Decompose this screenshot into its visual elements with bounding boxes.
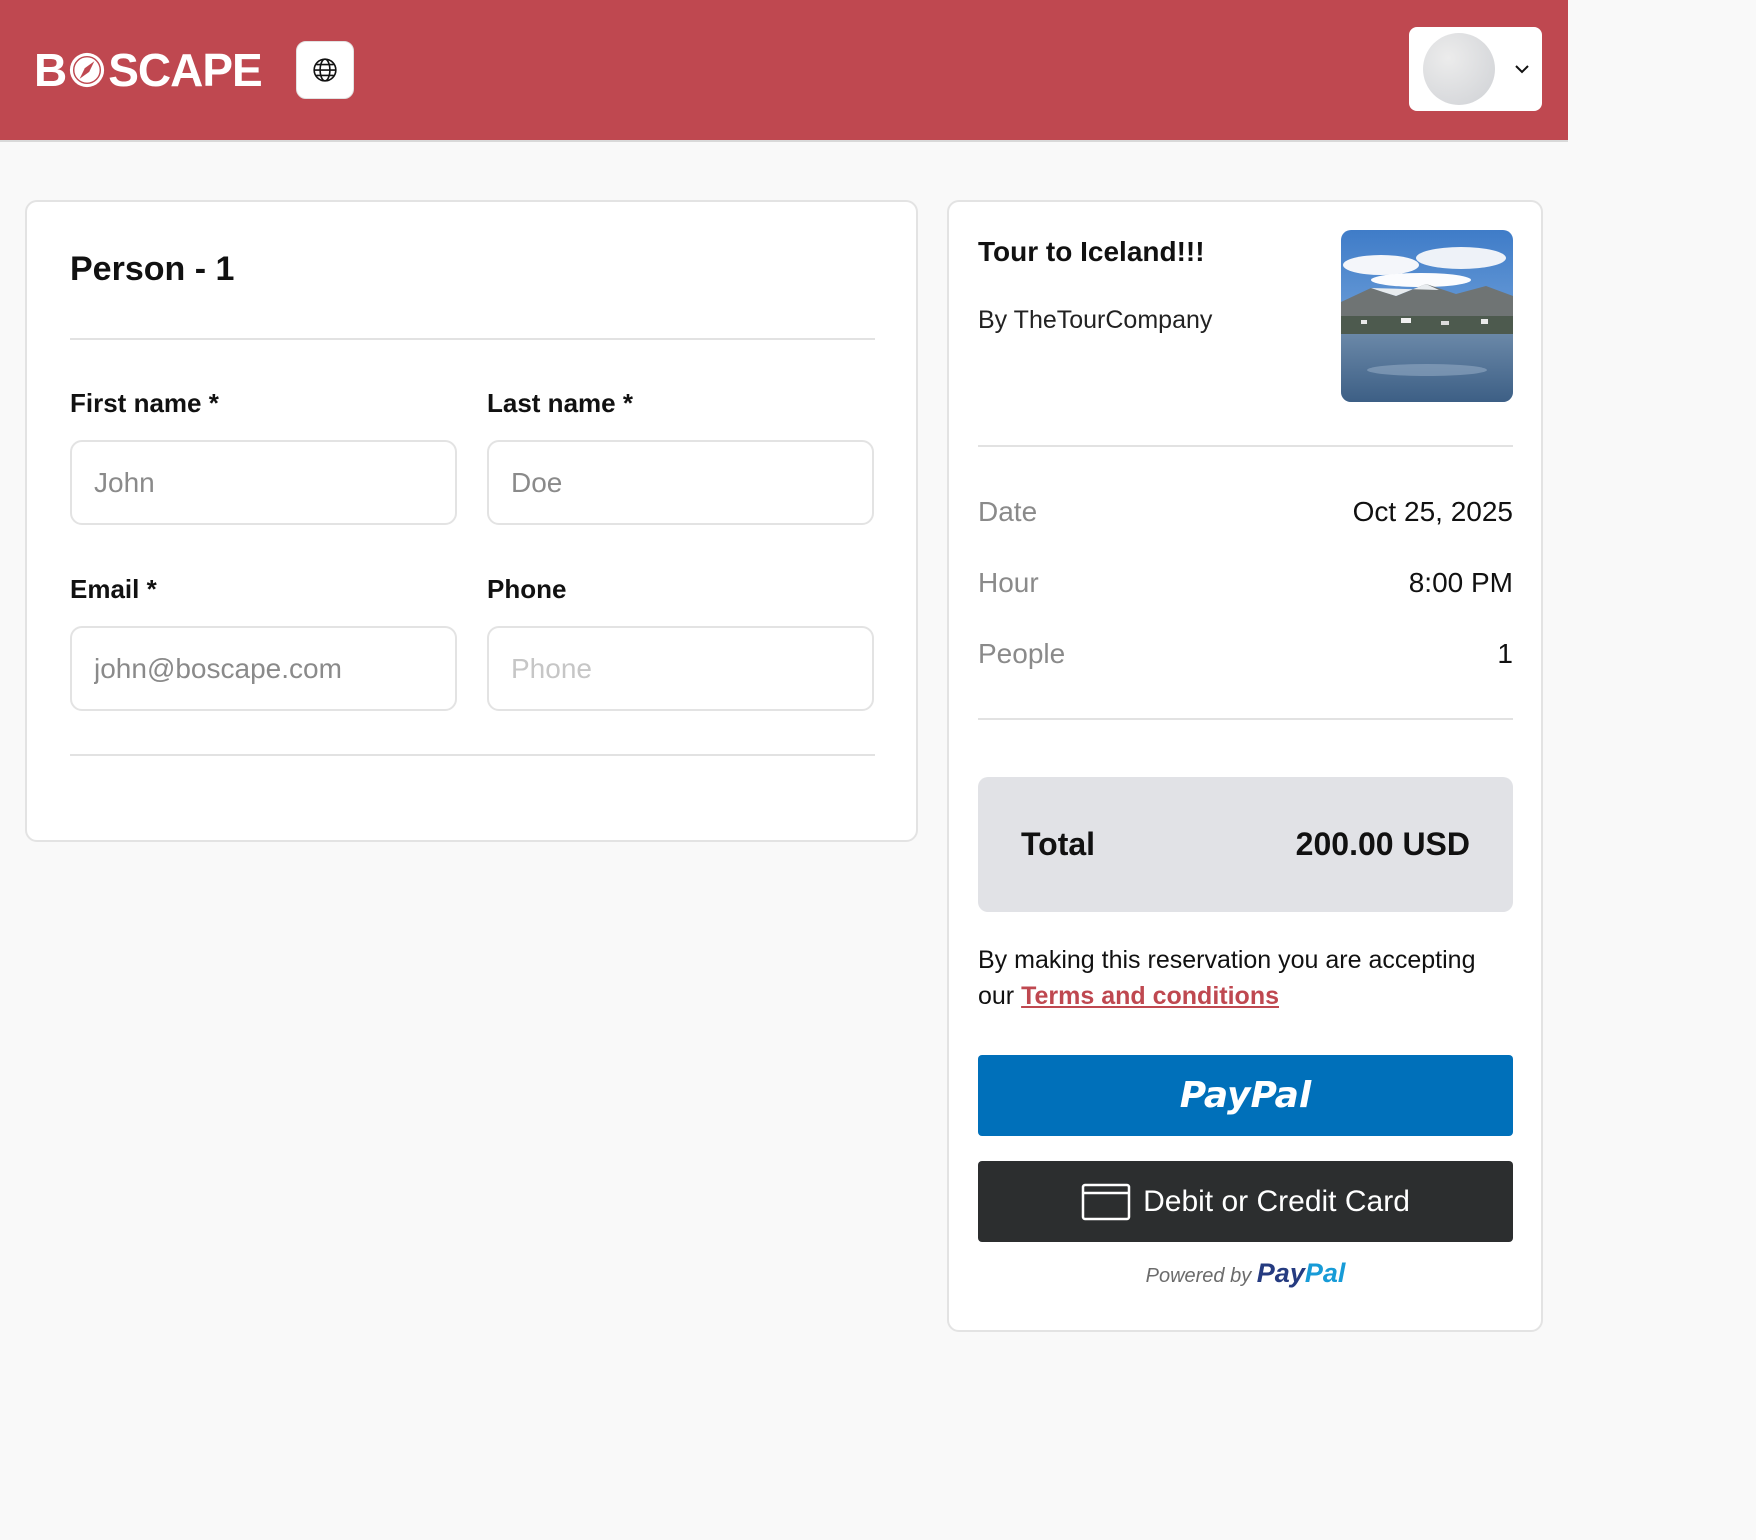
divider — [978, 445, 1513, 447]
card-button-label: Debit or Credit Card — [1143, 1184, 1410, 1218]
credit-card-icon — [1081, 1183, 1131, 1220]
globe-icon — [313, 58, 337, 82]
user-menu-button[interactable] — [1409, 27, 1542, 111]
total-box: Total 200.00 USD — [978, 777, 1513, 912]
first-name-label: First name * — [70, 388, 219, 418]
email-label: Email * — [70, 574, 157, 604]
detail-row-people: People 1 — [978, 638, 1513, 670]
person-form-card: Person - 1 First name * Last name * Emai… — [25, 200, 918, 842]
detail-row-hour: Hour 8:00 PM — [978, 567, 1513, 599]
total-value: 200.00 USD — [1295, 826, 1470, 862]
chevron-down-icon — [1515, 65, 1529, 74]
tour-title: Tour to Iceland!!! — [978, 236, 1205, 267]
last-name-input[interactable] — [487, 440, 874, 525]
tour-company: By TheTourCompany — [978, 306, 1213, 334]
person-title: Person - 1 — [70, 250, 235, 288]
phone-input[interactable] — [487, 626, 874, 711]
boscape-logo[interactable]: B SCAPE — [34, 44, 263, 96]
detail-value: Oct 25, 2025 — [1352, 496, 1513, 527]
total-label: Total — [1021, 826, 1096, 862]
terms-notice: By making this reservation you are accep… — [978, 942, 1513, 1014]
debit-credit-card-button[interactable]: Debit or Credit Card — [978, 1161, 1513, 1242]
last-name-label: Last name * — [487, 388, 633, 418]
top-bar: B SCAPE — [0, 0, 1568, 142]
detail-row-date: Date Oct 25, 2025 — [978, 496, 1513, 528]
paypal-logo-pal: Pal — [1304, 1258, 1346, 1288]
detail-label: Date — [978, 496, 1038, 527]
paypal-logo-pay: Pay — [1256, 1258, 1305, 1288]
email-input[interactable] — [70, 626, 457, 711]
divider — [978, 718, 1513, 720]
booking-summary-card: Tour to Iceland!!! By TheTourCompany Dat… — [947, 200, 1543, 1332]
logo-text-end: SCAPE — [108, 44, 262, 96]
tour-image — [1341, 230, 1513, 402]
phone-label: Phone — [487, 574, 567, 604]
detail-label: Hour — [978, 567, 1039, 598]
detail-value: 8:00 PM — [1408, 567, 1513, 598]
terms-link[interactable]: Terms and conditions — [1021, 982, 1279, 1010]
divider — [70, 338, 875, 340]
avatar — [1423, 33, 1495, 105]
compass-icon — [70, 52, 105, 88]
logo-text-start: B — [34, 44, 67, 96]
paypal-button[interactable]: PayPal — [978, 1055, 1513, 1136]
detail-label: People — [978, 638, 1066, 669]
first-name-input[interactable] — [70, 440, 457, 525]
detail-value: 1 — [1497, 638, 1513, 669]
powered-by-text: Powered by — [1145, 1265, 1252, 1287]
powered-by-paypal: Powered by PayPal — [978, 1258, 1513, 1289]
divider — [70, 754, 875, 756]
language-button[interactable] — [296, 41, 354, 99]
